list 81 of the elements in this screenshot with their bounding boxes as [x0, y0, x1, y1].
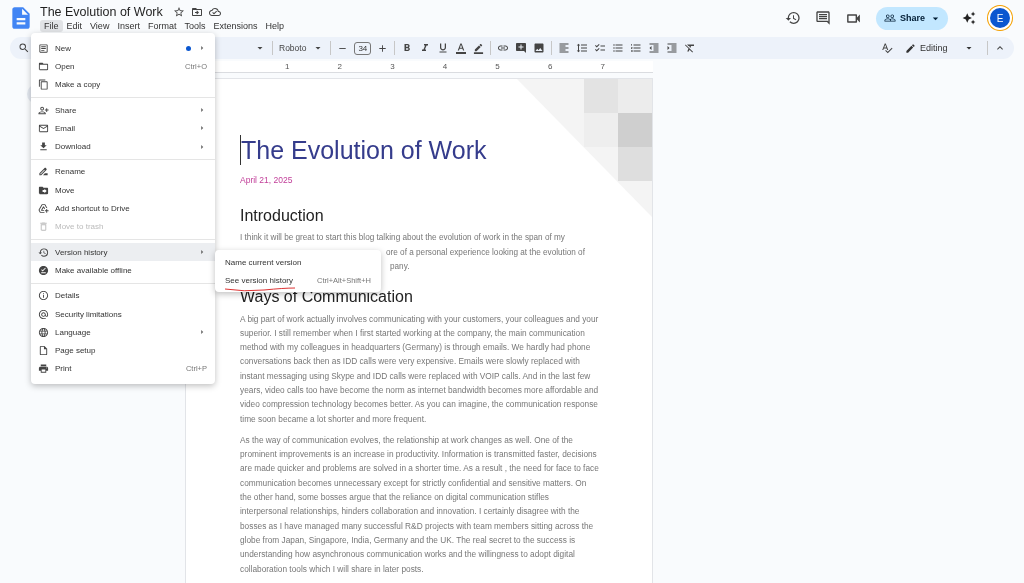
- menu-item[interactable]: Name current version: [215, 253, 381, 271]
- menu-item[interactable]: Edit: [62, 19, 87, 32]
- ruler-number: 4: [442, 61, 449, 72]
- ruler-number: 6: [547, 61, 554, 72]
- menu-item[interactable]: Download: [31, 137, 215, 156]
- menu-item[interactable]: New: [31, 39, 215, 58]
- menu-item[interactable]: View: [86, 19, 114, 32]
- menu-item[interactable]: Language: [31, 323, 215, 342]
- ruler-number: 5: [495, 61, 501, 72]
- people-icon: [884, 12, 896, 24]
- menu-item[interactable]: Tools: [180, 19, 210, 32]
- menu-item[interactable]: Make a copy: [31, 75, 215, 94]
- date-text: April 21, 2025: [240, 175, 294, 185]
- document-heading: The Evolution of Work: [240, 135, 487, 165]
- history-icon[interactable]: [785, 10, 801, 26]
- pencil-icon: [38, 166, 49, 178]
- section-heading: Introduction: [240, 207, 325, 225]
- menu-item[interactable]: Page setup: [31, 341, 215, 360]
- image-icon[interactable]: [533, 42, 546, 54]
- star-icon[interactable]: [172, 5, 185, 18]
- menu-item[interactable]: Move: [31, 181, 215, 200]
- drive-add-icon: [38, 203, 49, 214]
- share-button[interactable]: Share: [876, 6, 948, 30]
- paragraph: A big part of work actually involves communicating with your customers, your colleagues and your superior. I still remember when I first started working at the company, the main communication method with my colleagues in headquarters (Germany) is through emails. We hardly had phone conversations back then as IDD calls were very expensive. Emails were slowly replaced with instant messaging using Skype and IDD calls were replaced with VOIP calls. And in the last few years, video calls too have become the norm as internet bandwidth becomes more affordable and video compression technology becomes better. As you can imagine, the communication response time soon became a lot shorter and more frequent.: [240, 312, 599, 426]
- paragraph-line: ore of a personal experience looking at the evolution of: [386, 246, 585, 259]
- menu-item[interactable]: Details: [31, 286, 215, 305]
- clear-format-icon[interactable]: [684, 42, 697, 54]
- document-icon: [38, 42, 49, 54]
- font-size-field[interactable]: 34: [354, 41, 372, 55]
- plus-icon[interactable]: [377, 42, 389, 54]
- folder-move-icon: [38, 184, 49, 196]
- menu-item[interactable]: File: [40, 19, 63, 32]
- add-comment-icon[interactable]: [515, 42, 528, 54]
- ruler-number: 2: [337, 61, 344, 72]
- checklist-icon[interactable]: [594, 42, 607, 54]
- menu-item[interactable]: Rename: [31, 162, 215, 182]
- menu-item[interactable]: Security limitations: [31, 304, 215, 324]
- numbered-list-icon[interactable]: [630, 42, 643, 54]
- mode-dropdown[interactable]: Editing: [899, 41, 981, 55]
- download-icon: [38, 141, 49, 153]
- menu-item[interactable]: Add shortcut to Drive: [31, 199, 215, 218]
- highlighter-icon[interactable]: [473, 42, 485, 54]
- at-sign-icon: [38, 308, 49, 320]
- trash-icon: [38, 221, 49, 233]
- sparkle-icon[interactable]: [962, 11, 976, 25]
- notification-dot: [186, 45, 191, 51]
- folder-icon[interactable]: [190, 5, 203, 18]
- underline-icon[interactable]: [437, 42, 450, 54]
- folder-icon: [38, 60, 49, 72]
- menu-item[interactable]: Version history: [31, 242, 215, 262]
- user-avatar[interactable]: E: [990, 8, 1010, 28]
- menu-item[interactable]: Extensions: [209, 19, 262, 32]
- mail-icon: [38, 122, 49, 134]
- comment-icon[interactable]: [815, 10, 831, 26]
- paragraph: As the way of communication evolves, the relationship at work changes as well. One of the prominent improvements is an increase in productivity. Information is transmitted faster, decisions are made quicker and problems are solved in a shorter time. As a result , the need for face to face communication becomes unnecessary except for strictly confidential and sensitive matters. On the other hand, some bosses argue that the reliance on digital communication stifles interpersonal relationships, hinders collaboration and innovation. I certainly disagree with the bosses as I have managed many successful R&D projects with team members sitting across the globe from Japan, Singapore, India, Germany and the UK. The real secret to the success is understanding how asynchronous communication works and the willingness to adopt digital collaboration tools which I will share in later posts.: [240, 433, 599, 576]
- history-icon: [38, 246, 49, 258]
- file-icon: [38, 345, 49, 357]
- pencil-icon: [905, 42, 916, 54]
- menu-item[interactable]: Insert: [113, 19, 144, 32]
- printer-icon: [38, 363, 49, 375]
- info-icon: [38, 290, 49, 302]
- menu-item[interactable]: Make available offline: [31, 261, 215, 280]
- text-color-icon[interactable]: [455, 42, 468, 54]
- font-selector[interactable]: Roboto: [279, 43, 307, 53]
- menu-item[interactable]: Format: [143, 19, 181, 32]
- search-icon[interactable]: [18, 42, 30, 54]
- paragraph-line: I think it will be great to start this blog talking about the evolution of work in the span of my: [240, 232, 565, 244]
- menu-item[interactable]: Help: [261, 19, 288, 32]
- ruler-number: 1: [285, 61, 291, 72]
- person-add-icon: [38, 104, 49, 116]
- globe-icon: [38, 326, 49, 338]
- menu-item[interactable]: Email: [31, 119, 215, 138]
- ruler-number: 3: [390, 61, 396, 72]
- paragraph-line: pany.: [390, 261, 410, 273]
- spellcheck-icon[interactable]: [881, 42, 893, 54]
- ruler-number: 7: [600, 61, 606, 72]
- line-spacing-icon[interactable]: [576, 42, 589, 54]
- menu-item[interactable]: Share: [31, 100, 215, 120]
- cloud-icon[interactable]: [208, 5, 221, 18]
- copy-icon: [38, 79, 49, 91]
- document-title[interactable]: The Evolution of Work: [40, 4, 163, 19]
